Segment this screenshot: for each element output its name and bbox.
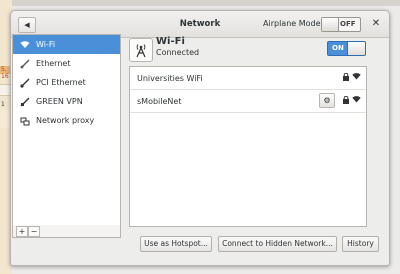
sidebar-item-green-vpn[interactable]: GREEN VPN (13, 92, 120, 111)
network-row-universities-wifi[interactable]: Universities WiFi (130, 67, 366, 90)
history-button[interactable]: History (342, 236, 379, 252)
airplane-mode-state: OFF (340, 20, 356, 28)
wifi-icon (20, 40, 30, 50)
network-name: sMobileNet (137, 97, 182, 106)
sidebar-item-label: Ethernet (36, 59, 71, 68)
network-row-smobilenet[interactable]: sMobileNet ⚙ (130, 90, 366, 113)
toggle-knob (347, 42, 365, 55)
page-title: Wi-Fi (156, 36, 185, 47)
wifi-signal-icon (352, 95, 361, 105)
airplane-mode-toggle[interactable]: OFF (321, 17, 361, 32)
connect-hidden-network-button[interactable]: Connect to Hidden Network... (218, 236, 337, 252)
wifi-signal-icon (352, 72, 361, 82)
sidebar-toolbar: + − (12, 225, 121, 238)
network-device-list: Wi-Fi Ethernet PCI Ethernet GREEN VPN Ne… (12, 34, 121, 227)
ethernet-icon (20, 59, 30, 69)
toggle-knob (322, 18, 339, 31)
airplane-mode-label: Airplane Mode (263, 19, 321, 28)
use-as-hotspot-button[interactable]: Use as Hotspot... (140, 236, 212, 252)
lock-icon (343, 95, 349, 106)
proxy-icon (20, 116, 30, 126)
close-icon: ✕ (371, 18, 381, 29)
network-name: Universities WiFi (137, 74, 203, 83)
remove-connection-button[interactable]: − (28, 226, 40, 237)
sidebar-item-ethernet[interactable]: Ethernet (13, 54, 120, 73)
wifi-toggle-state: ON (332, 44, 344, 52)
sidebar-item-label: PCI Ethernet (36, 78, 86, 87)
ethernet-icon (20, 78, 30, 88)
connection-status: Connected (156, 48, 200, 57)
wifi-device-icon (129, 38, 153, 62)
wifi-power-toggle[interactable]: ON (327, 41, 366, 56)
close-button[interactable]: ✕ (370, 18, 382, 30)
sidebar-item-wifi[interactable]: Wi-Fi (13, 35, 120, 54)
background-text-fragment: 1 (1, 101, 5, 108)
vpn-icon (20, 97, 30, 107)
sidebar-item-network-proxy[interactable]: Network proxy (13, 111, 120, 130)
sidebar-item-label: Wi-Fi (36, 40, 56, 49)
sidebar-item-label: GREEN VPN (36, 97, 83, 106)
gear-icon: ⚙ (323, 96, 331, 105)
sidebar-item-pci-ethernet[interactable]: PCI Ethernet (13, 73, 120, 92)
lock-icon (343, 72, 349, 83)
add-connection-button[interactable]: + (16, 226, 28, 237)
wifi-network-list: Universities WiFi sMobileNet ⚙ (129, 66, 367, 227)
sidebar-item-label: Network proxy (36, 116, 95, 125)
network-settings-button[interactable]: ⚙ (319, 93, 335, 108)
desktop-background-top (0, 0, 400, 6)
